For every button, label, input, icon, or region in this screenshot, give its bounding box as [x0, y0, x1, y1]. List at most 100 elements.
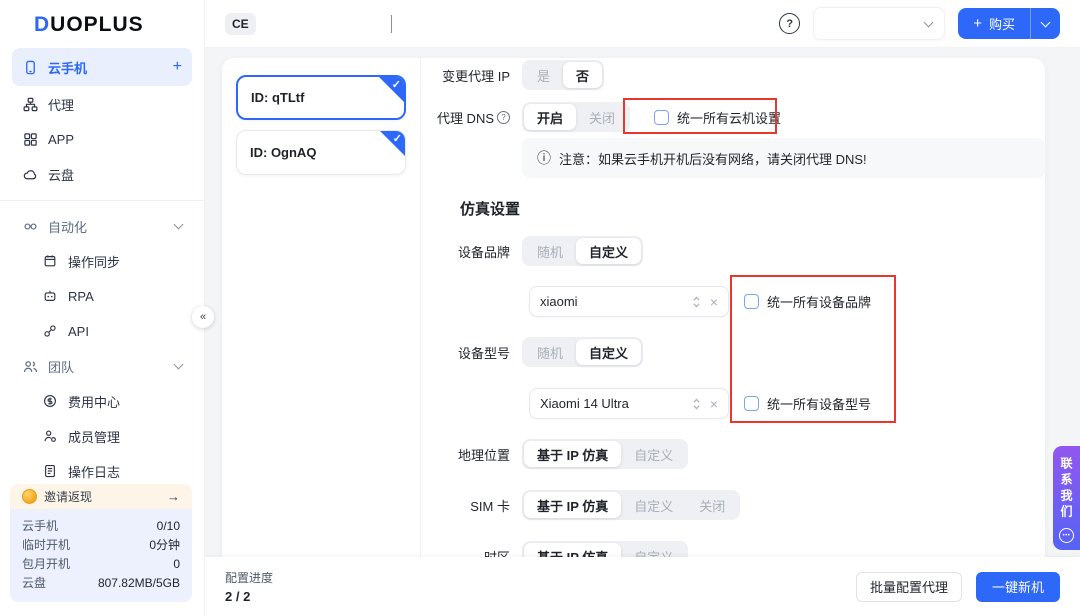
device-model-option-random[interactable]: 随机	[524, 339, 576, 365]
add-cloud-phone-button[interactable]: +	[173, 58, 182, 76]
one-click-new-machine-button[interactable]: 一键新机	[976, 572, 1060, 602]
stat-label: 包月开机	[22, 555, 70, 574]
row-label: 时区	[428, 547, 522, 558]
row-label: SIM 卡	[428, 496, 522, 515]
row-change-proxy-ip: 变更代理 IP 是 否	[428, 60, 1045, 90]
row-device-brand: 设备品牌 随机 自定义	[428, 236, 1045, 266]
question-circle-icon[interactable]: ?	[497, 111, 510, 124]
stat-value: 0	[173, 555, 180, 574]
phone-icon	[22, 59, 38, 75]
proxy-dns-option-on[interactable]: 开启	[524, 104, 576, 130]
device-model-option-custom[interactable]: 自定义	[576, 339, 641, 365]
device-id-label: ID: OgnAQ	[250, 145, 316, 160]
proxy-ip-option-yes[interactable]: 是	[524, 62, 563, 88]
sidebar-item-api[interactable]: API	[12, 314, 192, 348]
sidebar-group-team[interactable]: 团队	[12, 349, 192, 383]
info-icon: ⓘ	[537, 151, 551, 165]
device-brand-option-custom[interactable]: 自定义	[576, 238, 641, 264]
member-icon	[42, 428, 58, 444]
sim-option-off[interactable]: 关闭	[686, 492, 738, 518]
topbar: CE ? + 购买	[205, 0, 1080, 48]
sidebar-divider	[0, 200, 204, 201]
buy-split-button[interactable]: + 购买	[958, 8, 1060, 39]
dollar-circle-icon	[42, 393, 58, 409]
buy-button[interactable]: + 购买	[958, 8, 1030, 39]
row-label: 代理 DNS ?	[428, 108, 522, 127]
row-sim-card: SIM 卡 基于 IP 仿真 自定义 关闭	[428, 490, 1045, 520]
batch-config-proxy-button[interactable]: 批量配置代理	[856, 572, 962, 602]
config-dialog: ID: qTLtf ✓ ID: OgnAQ ✓ 变更代理 IP 是 否	[222, 58, 1045, 557]
sidebar-item-cloud-disk[interactable]: 云盘	[12, 157, 192, 191]
sim-option-custom[interactable]: 自定义	[621, 492, 686, 518]
sidebar-item-operation-logs[interactable]: 操作日志	[12, 454, 192, 488]
invite-cashback-banner[interactable]: 邀请返现 →	[10, 484, 192, 509]
device-model-select[interactable]: Xiaomi 14 Ultra ×	[529, 388, 729, 419]
sidebar-item-label: 操作日志	[68, 462, 120, 481]
sidebar-item-app[interactable]: APP	[12, 122, 192, 156]
device-brand-option-random[interactable]: 随机	[524, 238, 576, 264]
cloud-icon	[22, 166, 38, 182]
device-brand-select-row: xiaomi × 统一所有设备品牌	[529, 286, 871, 317]
checkbox-icon[interactable]	[744, 396, 759, 411]
sidebar-item-proxy[interactable]: 代理	[12, 87, 192, 121]
check-icon: ✓	[393, 132, 402, 145]
quota-stats-panel: 云手机 0/10 临时开机 0分钟 包月开机 0 云盘 807.82MB/5GB	[10, 509, 192, 602]
unify-all-machines-checkbox-group[interactable]: 统一所有云机设置	[654, 108, 781, 127]
workspace-dropdown-toggle[interactable]	[391, 15, 392, 33]
robot-icon	[42, 288, 58, 304]
proxy-ip-option-no[interactable]: 否	[563, 62, 602, 88]
row-label: 设备型号	[428, 343, 522, 362]
proxy-dns-option-off[interactable]: 关闭	[576, 104, 628, 130]
sidebar-item-operation-sync[interactable]: 操作同步	[12, 244, 192, 278]
stat-label: 临时开机	[22, 536, 70, 555]
sidebar-item-label: 自动化	[48, 217, 87, 236]
contact-us-widget[interactable]: 联系我们 •••	[1053, 446, 1080, 550]
timezone-segmented: 基于 IP 仿真 自定义	[522, 541, 688, 557]
row-label-text: 代理 DNS	[437, 108, 494, 127]
buy-label: 购买	[989, 14, 1015, 33]
row-timezone: 时区 基于 IP 仿真 自定义	[428, 541, 1045, 557]
select-value: Xiaomi 14 Ultra	[540, 396, 692, 411]
geo-option-ip[interactable]: 基于 IP 仿真	[524, 441, 621, 467]
buy-dropdown-toggle[interactable]	[1031, 8, 1060, 39]
sidebar-item-billing-center[interactable]: 费用中心	[12, 384, 192, 418]
progress-label: 配置进度	[225, 569, 273, 586]
api-plug-icon	[42, 323, 58, 339]
timezone-option-ip[interactable]: 基于 IP 仿真	[524, 543, 621, 557]
chat-bubble-icon[interactable]: •••	[1059, 528, 1074, 543]
help-icon[interactable]: ?	[779, 13, 800, 34]
topbar-select[interactable]	[813, 7, 945, 40]
dns-notice: ⓘ 注意：如果云手机开机后没有网络，请关闭代理 DNS!	[522, 138, 1045, 178]
sidebar-item-cloud-phone[interactable]: 云手机 +	[12, 48, 192, 86]
duoplus-logo: DUOPLUS	[0, 0, 204, 43]
sidebar-item-label: 成员管理	[68, 427, 120, 446]
sim-option-ip[interactable]: 基于 IP 仿真	[524, 492, 621, 518]
workspace-badge[interactable]: CE	[225, 13, 256, 35]
clear-icon[interactable]: ×	[710, 396, 718, 412]
unify-all-brands-checkbox-group[interactable]: 统一所有设备品牌	[744, 292, 871, 311]
sidebar-item-label: 操作同步	[68, 252, 120, 271]
sidebar-item-label: RPA	[68, 289, 94, 304]
device-card-qTLtf[interactable]: ID: qTLtf ✓	[236, 75, 406, 120]
check-icon: ✓	[392, 78, 401, 91]
checkbox-icon[interactable]	[654, 110, 669, 125]
geo-option-custom[interactable]: 自定义	[621, 441, 686, 467]
sidebar-item-label: 云盘	[48, 165, 74, 184]
device-card-OgnAQ[interactable]: ID: OgnAQ ✓	[236, 130, 406, 175]
clear-icon[interactable]: ×	[710, 294, 718, 310]
sidebar-group-automation[interactable]: 自动化	[12, 209, 192, 243]
device-brand-select[interactable]: xiaomi ×	[529, 286, 729, 317]
timezone-option-custom[interactable]: 自定义	[621, 543, 686, 557]
sidebar-item-label: 代理	[48, 95, 74, 114]
app-grid-icon	[22, 131, 38, 147]
checkbox-icon[interactable]	[744, 294, 759, 309]
document-icon	[42, 463, 58, 479]
unify-all-models-checkbox-group[interactable]: 统一所有设备型号	[744, 394, 871, 413]
sidebar-item-rpa[interactable]: RPA	[12, 279, 192, 313]
sidebar-item-member-management[interactable]: 成员管理	[12, 419, 192, 453]
stat-row-temp-boot: 临时开机 0分钟	[22, 536, 180, 555]
main-area: ID: qTLtf ✓ ID: OgnAQ ✓ 变更代理 IP 是 否	[205, 48, 1080, 557]
checkbox-label: 统一所有设备品牌	[767, 292, 871, 311]
sidebar-item-label: 云手机	[48, 58, 87, 77]
sidebar-collapse-button[interactable]: «	[192, 306, 214, 328]
